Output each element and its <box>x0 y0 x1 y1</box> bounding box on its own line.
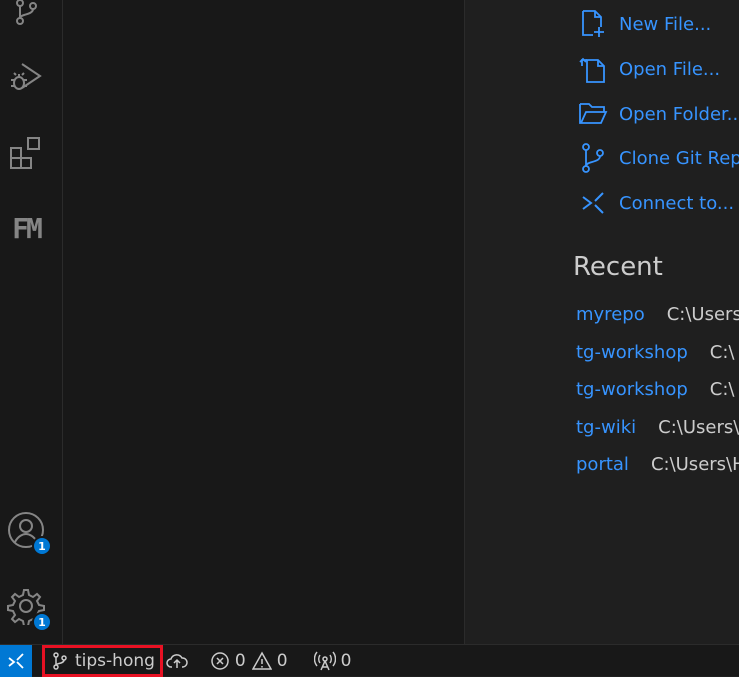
branch-name: tips-hong <box>75 650 155 671</box>
welcome-editor: New File... Open File... Open Folder... … <box>465 0 739 644</box>
connect-to-link[interactable]: Connect to... <box>577 183 734 223</box>
open-folder-icon <box>577 98 609 130</box>
clone-git-repository-link[interactable]: Clone Git Repository... <box>577 138 739 178</box>
fm-label: FM <box>12 211 43 245</box>
ports-button[interactable]: 0 <box>313 650 352 671</box>
broadcast-icon <box>313 651 336 670</box>
recent-item-name[interactable]: portal <box>576 454 629 475</box>
manage-gear-icon[interactable]: 1 <box>0 580 52 632</box>
sync-button[interactable] <box>166 652 188 670</box>
recent-item[interactable]: myrepo C:\Users <box>576 300 739 328</box>
extensions-icon[interactable] <box>0 127 52 179</box>
source-control-icon[interactable] <box>0 0 52 38</box>
new-file-link[interactable]: New File... <box>577 4 711 44</box>
status-bar: tips-hong 0 0 0 <box>0 644 739 677</box>
cloud-upload-icon <box>166 653 188 668</box>
recent-item-path: C:\Users\ <box>658 416 739 438</box>
remote-icon <box>8 652 24 669</box>
ports-count: 0 <box>340 650 352 671</box>
recent-item[interactable]: portal C:\Users\H <box>576 450 739 478</box>
recent-item[interactable]: tg-workshop C:\ <box>576 338 734 366</box>
problems-button[interactable]: 0 0 <box>210 651 288 671</box>
run-and-debug-icon[interactable] <box>0 50 52 102</box>
open-folder-link[interactable]: Open Folder... <box>577 94 739 134</box>
recent-item-path: C:\Users\H <box>650 453 739 475</box>
recent-title: Recent <box>573 252 663 282</box>
recent-item-path: C:\ <box>709 378 735 400</box>
branch-indicator[interactable]: tips-hong <box>42 644 163 677</box>
sidebar-panel <box>63 0 464 644</box>
accounts-badge: 1 <box>32 536 52 556</box>
recent-item-name[interactable]: tg-wiki <box>576 417 636 438</box>
recent-item-path: C:\Users <box>666 303 739 325</box>
new-file-icon <box>577 8 609 40</box>
open-file-icon <box>577 53 609 85</box>
activity-bar: FM 1 1 <box>0 0 63 644</box>
warning-icon <box>251 650 272 670</box>
open-file-link[interactable]: Open File... <box>577 49 720 89</box>
recent-item[interactable]: tg-wiki C:\Users\ <box>576 413 739 441</box>
remote-icon <box>577 187 609 219</box>
recent-item-path: C:\ <box>709 341 735 363</box>
git-branch-icon <box>577 142 609 174</box>
fm-extension-icon[interactable]: FM <box>0 202 52 254</box>
error-count: 0 <box>234 650 246 671</box>
recent-item-name[interactable]: tg-workshop <box>576 379 688 400</box>
warning-count: 0 <box>276 650 288 671</box>
recent-item[interactable]: tg-workshop C:\ <box>576 375 734 403</box>
manage-badge: 1 <box>32 612 52 632</box>
error-icon <box>211 651 229 670</box>
accounts-icon[interactable]: 1 <box>0 504 52 556</box>
remote-indicator-button[interactable] <box>0 644 32 677</box>
git-branch-icon <box>53 651 67 670</box>
recent-item-name[interactable]: myrepo <box>576 304 645 325</box>
recent-item-name[interactable]: tg-workshop <box>576 342 688 363</box>
